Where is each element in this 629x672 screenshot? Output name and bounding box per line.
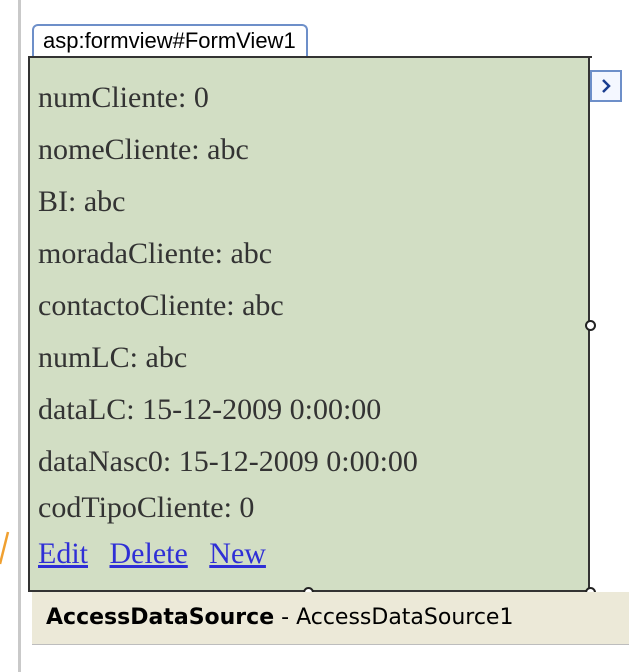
field-label: numLC: <box>38 341 139 374</box>
datasource-separator: - <box>274 605 297 630</box>
field-numlc: numLC: abc <box>38 340 187 376</box>
field-nomecliente: nomeCliente: abc <box>38 132 249 168</box>
formview-control[interactable]: numCliente: 0 nomeCliente: abc BI: abc m… <box>28 56 590 592</box>
field-datanasc0: dataNasc0: 15-12-2009 0:00:00 <box>38 444 418 480</box>
chevron-right-icon <box>602 79 611 93</box>
datasource-bottom-border <box>32 644 629 645</box>
field-value: abc <box>230 237 273 270</box>
field-label: dataNasc0: <box>38 445 172 478</box>
field-value: 15-12-2009 0:00:00 <box>142 393 382 426</box>
field-value: abc <box>207 133 249 166</box>
field-bi: BI: abc <box>38 184 125 220</box>
field-label: numCliente: <box>38 81 187 114</box>
field-value: abc <box>83 185 126 218</box>
field-value: 0 <box>239 491 255 524</box>
delete-link[interactable]: Delete <box>110 537 188 570</box>
datasource-id: AccessDataSource1 <box>296 605 514 630</box>
designer-canvas: asp:formview#FormView1 numCliente: 0 nom… <box>0 0 629 672</box>
datasource-type: AccessDataSource <box>46 605 275 630</box>
field-label: nomeCliente: <box>38 133 200 166</box>
designer-left-border <box>18 0 21 672</box>
edit-link[interactable]: Edit <box>38 537 88 570</box>
field-value: 0 <box>193 81 209 114</box>
field-label: contactoCliente: <box>38 289 235 322</box>
field-label: codTipoCliente: <box>38 491 232 524</box>
command-links: Edit Delete New <box>38 536 280 572</box>
smart-tag-button[interactable] <box>590 70 622 102</box>
field-value: 15-12-2009 0:00:00 <box>178 445 418 478</box>
resize-handle-right[interactable] <box>585 320 596 331</box>
formview-top-border <box>28 56 592 58</box>
field-value: abc <box>145 341 188 374</box>
field-value: abc <box>242 289 284 322</box>
control-tag-label[interactable]: asp:formview#FormView1 <box>32 24 308 56</box>
field-contactocliente: contactoCliente: abc <box>38 288 284 324</box>
field-numcliente: numCliente: 0 <box>38 80 209 116</box>
datasource-control[interactable]: AccessDataSource - AccessDataSource1 <box>32 592 629 644</box>
field-codtipocliente: codTipoCliente: 0 <box>38 490 254 526</box>
field-moradacliente: moradaCliente: abc <box>38 236 272 272</box>
field-datalc: dataLC: 15-12-2009 0:00:00 <box>38 392 381 428</box>
warning-marker-icon <box>0 531 10 565</box>
field-label: BI: <box>38 185 77 218</box>
field-label: dataLC: <box>38 393 135 426</box>
field-label: moradaCliente: <box>38 237 223 270</box>
new-link[interactable]: New <box>209 537 266 570</box>
